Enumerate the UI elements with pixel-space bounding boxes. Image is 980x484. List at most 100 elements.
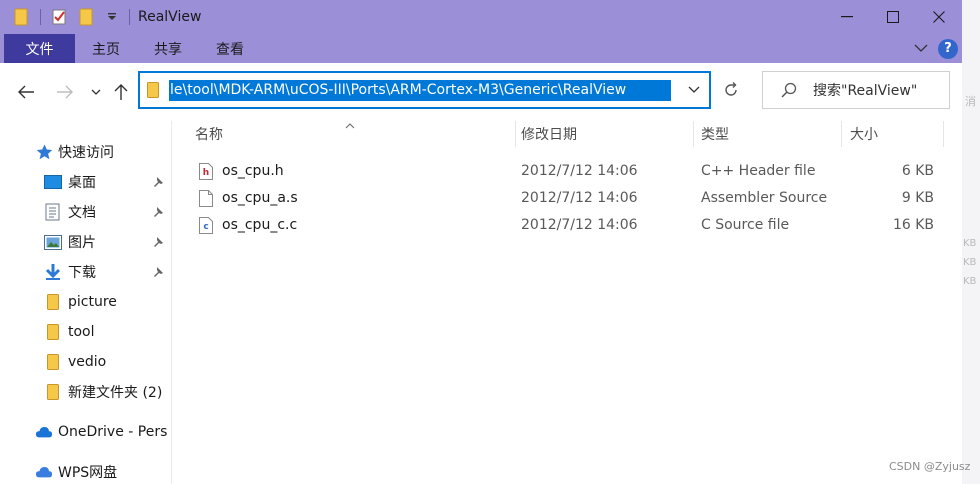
file-size: 9 KB (901, 190, 934, 206)
sidebar-item-label: 快速访问 (58, 145, 114, 161)
folder-icon (44, 323, 62, 341)
tab-view[interactable]: 查看 (199, 34, 261, 63)
sidebar-item-quick-access[interactable]: 快速访问 (0, 137, 171, 167)
file-modified: 2012/7/12 14:06 (521, 163, 638, 179)
sidebar-item-label: WPS网盘 (58, 465, 118, 481)
file-size: 6 KB (901, 163, 934, 179)
sidebar-item-label: tool (68, 324, 95, 340)
sidebar-item-label: 新建文件夹 (2) (68, 385, 163, 401)
folder-icon (147, 82, 159, 98)
sidebar-item-label: 文档 (68, 205, 96, 221)
sidebar-item-desktop[interactable]: 桌面 (0, 167, 171, 197)
ribbon-right-controls: ? (914, 34, 962, 63)
documents-icon (44, 203, 62, 221)
column-divider[interactable] (693, 121, 694, 147)
sidebar-item-vedio[interactable]: vedio (0, 347, 171, 377)
maximize-button[interactable] (870, 0, 916, 34)
help-icon[interactable]: ? (938, 38, 958, 59)
sidebar-item-onedrive[interactable]: OneDrive - Pers (0, 417, 171, 447)
sidebar-item-label: 下载 (68, 265, 96, 281)
sidebar-item-pictures[interactable]: 图片 (0, 227, 171, 257)
background-size-label: KB (963, 276, 977, 287)
address-bar[interactable]: le\tool\MDK-ARM\uCOS-III\Ports\ARM-Corte… (138, 71, 711, 109)
file-modified: 2012/7/12 14:06 (521, 190, 638, 206)
minimize-button[interactable] (824, 0, 870, 34)
folder-icon (44, 383, 62, 401)
column-header-name[interactable]: 名称 (195, 121, 515, 147)
table-row[interactable]: h os_cpu.h 2012/7/12 14:06 C++ Header fi… (172, 158, 962, 185)
folder-icon (44, 353, 62, 371)
column-divider[interactable] (943, 121, 944, 147)
table-row[interactable]: os_cpu_a.s 2012/7/12 14:06 Assembler Sou… (172, 185, 962, 212)
title-bar: RealView (0, 0, 962, 34)
file-size: 16 KB (892, 217, 934, 233)
search-icon (781, 82, 799, 98)
column-header-modified[interactable]: 修改日期 (521, 121, 691, 147)
svg-text:c: c (203, 222, 208, 232)
folder-icon (44, 293, 62, 311)
file-name: os_cpu_a.s (222, 190, 298, 206)
search-input[interactable]: 搜索"RealView" (813, 80, 917, 100)
forward-button[interactable] (55, 82, 75, 102)
sidebar-item-tool[interactable]: tool (0, 317, 171, 347)
column-header-type[interactable]: 类型 (701, 121, 841, 147)
sidebar-item-label: 桌面 (68, 175, 96, 191)
pin-icon[interactable] (151, 265, 165, 279)
file-name: os_cpu.h (222, 163, 284, 179)
address-path[interactable]: le\tool\MDK-ARM\uCOS-III\Ports\ARM-Corte… (169, 79, 671, 101)
pin-icon[interactable] (151, 235, 165, 249)
properties-icon[interactable] (49, 6, 71, 28)
downloads-icon (44, 263, 62, 281)
sidebar-item-wps-drive[interactable]: WPS网盘 (0, 457, 171, 484)
file-list: 名称 修改日期 类型 大小 h os_cpu.h 2012/7/12 14:06… (172, 121, 962, 484)
tab-file[interactable]: 文件 (4, 34, 75, 63)
close-button[interactable] (916, 0, 962, 34)
navigation-pane: 快速访问 桌面 文档 图片 下载 picture tool vedio 新建文件… (0, 121, 172, 484)
customize-toolbar-icon[interactable] (101, 6, 123, 28)
svg-text:h: h (203, 168, 209, 178)
background-size-label: KB (963, 257, 977, 268)
pin-icon[interactable] (151, 205, 165, 219)
expand-ribbon-icon[interactable] (914, 41, 928, 57)
quick-access-toolbar (0, 0, 123, 34)
column-divider[interactable] (841, 121, 842, 147)
watermark: CSDN @Zyjusz (889, 460, 971, 473)
tab-share[interactable]: 共享 (137, 34, 199, 63)
toolbar-divider (40, 9, 41, 25)
pictures-icon (44, 233, 62, 251)
window-title: RealView (138, 9, 202, 25)
sidebar-item-label: OneDrive - Pers (58, 424, 168, 440)
column-divider[interactable] (515, 121, 516, 147)
wps-cloud-icon (35, 463, 53, 481)
file-type: Assembler Source (701, 190, 828, 206)
sidebar-item-new-folder-2[interactable]: 新建文件夹 (2) (0, 377, 171, 407)
window-controls (824, 0, 962, 34)
sidebar-item-downloads[interactable]: 下载 (0, 257, 171, 287)
c-file-icon: c (199, 217, 213, 234)
title-divider (129, 9, 130, 25)
address-dropdown-icon[interactable] (679, 86, 709, 94)
file-type: C Source file (701, 217, 790, 233)
sidebar-item-label: picture (68, 294, 117, 310)
onedrive-cloud-icon (35, 423, 53, 441)
desktop-icon (44, 173, 62, 191)
table-row[interactable]: c os_cpu_c.c 2012/7/12 14:06 C Source fi… (172, 212, 962, 239)
file-modified: 2012/7/12 14:06 (521, 217, 638, 233)
search-box[interactable]: 搜索"RealView" (762, 71, 950, 109)
pin-icon[interactable] (151, 175, 165, 189)
ribbon-tabs: 文件 主页 共享 查看 ? (0, 34, 962, 63)
folder-icon[interactable] (10, 6, 32, 28)
column-header-size[interactable]: 大小 (850, 121, 940, 147)
recent-locations-button[interactable] (86, 82, 106, 102)
generic-file-icon (199, 190, 213, 207)
star-icon (35, 143, 53, 161)
sidebar-item-label: vedio (68, 354, 107, 370)
refresh-button[interactable] (712, 71, 750, 109)
up-button[interactable] (111, 82, 131, 102)
back-button[interactable] (16, 82, 36, 102)
new-folder-icon[interactable] (75, 6, 97, 28)
sidebar-item-picture[interactable]: picture (0, 287, 171, 317)
header-file-icon: h (199, 163, 213, 180)
sidebar-item-documents[interactable]: 文档 (0, 197, 171, 227)
tab-home[interactable]: 主页 (75, 34, 137, 63)
